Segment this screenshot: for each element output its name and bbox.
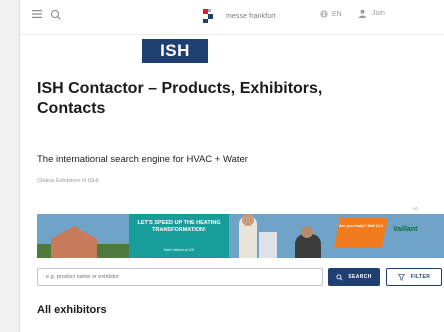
ad-label: Ad — [412, 206, 418, 211]
filter-button-label: FILTER — [410, 274, 431, 280]
search-button[interactable]: SEARCH — [328, 268, 380, 286]
user-icon — [358, 9, 367, 18]
account-link[interactable]: Join — [358, 9, 385, 18]
ad-headline: Let's speed up the heating transformatio… — [137, 220, 221, 233]
page-subtitle: The international search engine for HVAC… — [37, 154, 248, 165]
ad-house-graphic — [51, 226, 97, 258]
results-heading: All exhibitors — [37, 304, 107, 316]
ad-second-person-head — [301, 226, 313, 238]
brand-name: messe frankfurt — [226, 12, 276, 20]
search-icon[interactable] — [50, 8, 62, 20]
filter-icon — [397, 273, 405, 281]
messe-frankfurt-logo-icon — [200, 8, 216, 24]
language-label: EN — [332, 10, 342, 18]
search-button-label: SEARCH — [348, 274, 372, 280]
advertisement-banner[interactable]: Let's speed up the heating transformatio… — [37, 214, 444, 258]
top-bar: messe frankfurt EN Join — [20, 0, 444, 35]
page-title: ISH Contactor – Products, Exhibitors, Co… — [37, 80, 323, 117]
page-frame: messe frankfurt EN Join ISH ISH Contacto… — [19, 0, 444, 332]
search-icon — [336, 273, 343, 280]
language-switcher[interactable]: EN — [320, 10, 342, 18]
status-note: (Status Exhibitors of ISH) — [37, 178, 99, 184]
vaillant-logo: Vaillant — [393, 226, 418, 233]
globe-icon — [320, 10, 328, 18]
ad-heat-pump-image — [259, 232, 277, 258]
ad-callout-text: Are you ready? Hall 12.1 — [338, 224, 384, 228]
messe-frankfurt-brand[interactable]: messe frankfurt — [200, 7, 276, 25]
ad-orange-callout — [333, 218, 389, 248]
ad-person-head — [242, 214, 254, 226]
account-label: Join — [372, 10, 385, 17]
hamburger-menu-icon[interactable] — [32, 10, 42, 18]
exhibitor-search-input[interactable] — [37, 268, 323, 286]
ish-logo: ISH — [142, 39, 208, 63]
ad-subline: Meet Vaillant at ISH — [163, 248, 195, 252]
filter-button[interactable]: FILTER — [386, 268, 442, 286]
